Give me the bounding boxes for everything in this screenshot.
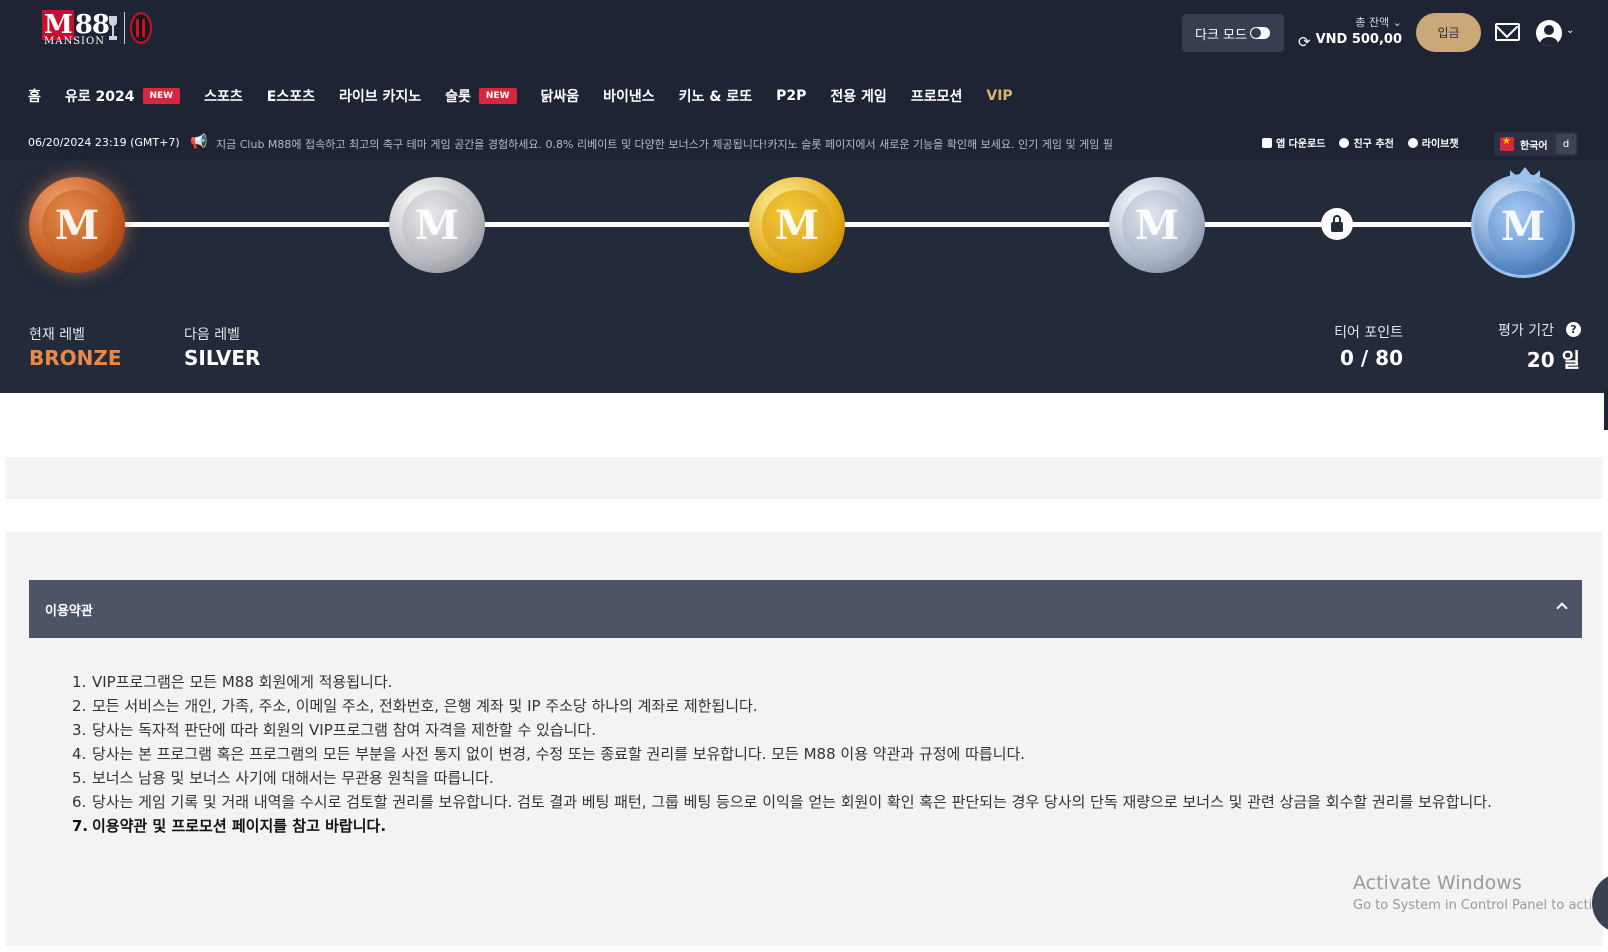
app-download-link[interactable]: 앱 다운로드	[1262, 135, 1325, 150]
terms-list: 1. VIP프로그램은 모든 M88 회원에게 적용됩니다. 2. 모든 서비스는 …	[72, 670, 1562, 838]
current-level-value: BRONZE	[29, 346, 122, 370]
main-nav: 홈 유로 2024 NEW 스포츠 E스포츠 라이브 카지노 슬롯 NEW 닭싸움 …	[28, 84, 1037, 108]
terms-title: 이용약관	[45, 603, 93, 619]
nav-keno-lotto[interactable]: 키노 & 로또	[679, 86, 752, 106]
nav-vip[interactable]: VIP	[986, 88, 1012, 104]
vietnam-flag-icon	[1500, 136, 1514, 151]
tier-points-value: 0 / 80	[1340, 346, 1403, 370]
list-item: 4. 당사는 본 프로그램 혹은 프로그램의 모든 부분을 사전 통지 없이 변경…	[72, 745, 1026, 763]
announcement-bar: 06/20/2024 23:19 (GMT+7) 📢 지금 Club M88에 …	[0, 128, 1608, 160]
nav-sports[interactable]: 스포츠	[204, 86, 243, 106]
nav-p2p[interactable]: P2P	[776, 88, 806, 104]
crown-icon	[1510, 167, 1540, 183]
announcement-marquee[interactable]: 지금 Club M88에 접속하고 최고의 축구 테마 게임 공간을 경험하세요…	[216, 136, 1254, 152]
nav-cockfight[interactable]: 닭싸움	[541, 86, 580, 106]
refer-friend-link[interactable]: 친구 추천	[1339, 135, 1394, 150]
placeholder-strip	[5, 457, 1603, 499]
list-item: 7. 이용약관 및 프로모션 페이지를 참고 바랍니다.	[72, 817, 387, 835]
megaphone-icon: 📢	[190, 134, 208, 150]
platinum-medal-icon: M	[1109, 177, 1205, 273]
gold-medal-icon: M	[749, 177, 845, 273]
nav-slots[interactable]: 슬롯 NEW	[445, 86, 517, 106]
windows-activation-watermark: Activate Windows Go to System in Control…	[1353, 872, 1608, 913]
list-item: 2. 모든 서비스는 개인, 가족, 주소, 이메일 주소, 전화번호, 은행 계…	[72, 697, 758, 715]
nav-live-casino[interactable]: 라이브 카지노	[339, 86, 421, 106]
balance-amount: VND 500,00	[1315, 32, 1402, 47]
nav-esports[interactable]: E스포츠	[267, 86, 315, 106]
list-item: 1. VIP프로그램은 모든 M88 회원에게 적용됩니다.	[72, 673, 393, 691]
top-header: M 88 MANSION 다크 모드 총 잔액 ⌄ ⟳ VND 500,00 입금…	[0, 0, 1608, 160]
balance-label: 총 잔액 ⌄	[1355, 16, 1402, 29]
language-label: 한국어	[1520, 140, 1548, 152]
nav-promotions[interactable]: 프로모션	[911, 86, 963, 106]
new-badge: NEW	[478, 88, 517, 104]
chevron-down-icon[interactable]: ⌄	[1566, 25, 1574, 36]
next-level-label: 다음 레벨	[184, 327, 240, 343]
balance-widget[interactable]: 총 잔액 ⌄ ⟳ VND 500,00	[1298, 12, 1402, 54]
m88-logo[interactable]: M 88 MANSION	[42, 10, 162, 50]
vip-progress-panel: M M M M M 현재 레벨 BRONZE 다음 레벨 SILVER 티어 포…	[0, 160, 1608, 393]
user-avatar-icon[interactable]	[1536, 20, 1562, 46]
silver-medal-icon: M	[389, 177, 485, 273]
toggle-switch-icon[interactable]	[1250, 27, 1270, 39]
tier-points-label: 티어 포인트	[1334, 325, 1403, 341]
evaluation-period-label: 평가 기간	[1498, 323, 1554, 339]
diamond-medal-icon: M	[1471, 167, 1575, 278]
bronze-medal-icon: M	[29, 177, 125, 273]
logo-subtitle: MANSION	[44, 36, 105, 47]
live-chat-link[interactable]: 라이브챗	[1407, 135, 1459, 150]
evaluation-period-value: 20 일	[1526, 348, 1580, 372]
mail-icon[interactable]	[1495, 23, 1520, 41]
dark-mode-label: 다크 모드	[1195, 27, 1247, 43]
dark-mode-toggle[interactable]: 다크 모드	[1182, 14, 1284, 52]
refresh-icon[interactable]: ⟳	[1298, 33, 1311, 51]
mobile-app-icon	[1262, 137, 1272, 148]
nav-binance[interactable]: 바이낸스	[603, 86, 655, 106]
trophy-icon	[109, 16, 117, 40]
scrollbar-thumb[interactable]	[1604, 390, 1608, 430]
nav-home[interactable]: 홈	[28, 86, 41, 106]
nav-euro-2024[interactable]: 유로 2024 NEW	[65, 86, 181, 106]
list-item: 6. 당사는 게임 기록 및 거래 내역을 수시로 검토할 권리를 보유합니다. …	[72, 793, 1492, 811]
chat-icon	[1407, 137, 1418, 148]
chevron-up-icon[interactable]	[1556, 602, 1568, 614]
nav-exclusive-games[interactable]: 전용 게임	[830, 86, 886, 106]
logo-divider	[124, 12, 125, 44]
quick-links: 앱 다운로드 친구 추천 라이브챗	[1262, 135, 1459, 150]
new-badge: NEW	[142, 88, 181, 104]
list-item: 3. 당사는 독자적 판단에 따라 회원의 VIP프로그램 참여 자격을 제한할 …	[72, 721, 596, 739]
ac-milan-crest-icon	[130, 12, 152, 44]
lock-icon	[1321, 208, 1353, 240]
terms-accordion-header[interactable]: 이용약관	[29, 580, 1582, 638]
current-level-label: 현재 레벨	[29, 327, 85, 343]
server-datetime: 06/20/2024 23:19 (GMT+7)	[28, 136, 180, 149]
friends-icon	[1339, 137, 1350, 148]
list-item: 5. 보너스 남용 및 보너스 사기에 대해서는 무관용 원칙을 따릅니다.	[72, 769, 494, 787]
next-level-value: SILVER	[184, 346, 261, 370]
language-extra-button[interactable]: d	[1556, 134, 1576, 154]
help-icon[interactable]: ?	[1566, 322, 1581, 337]
language-selector[interactable]: 한국어 d	[1494, 132, 1578, 156]
deposit-button[interactable]: 입금	[1416, 13, 1481, 52]
